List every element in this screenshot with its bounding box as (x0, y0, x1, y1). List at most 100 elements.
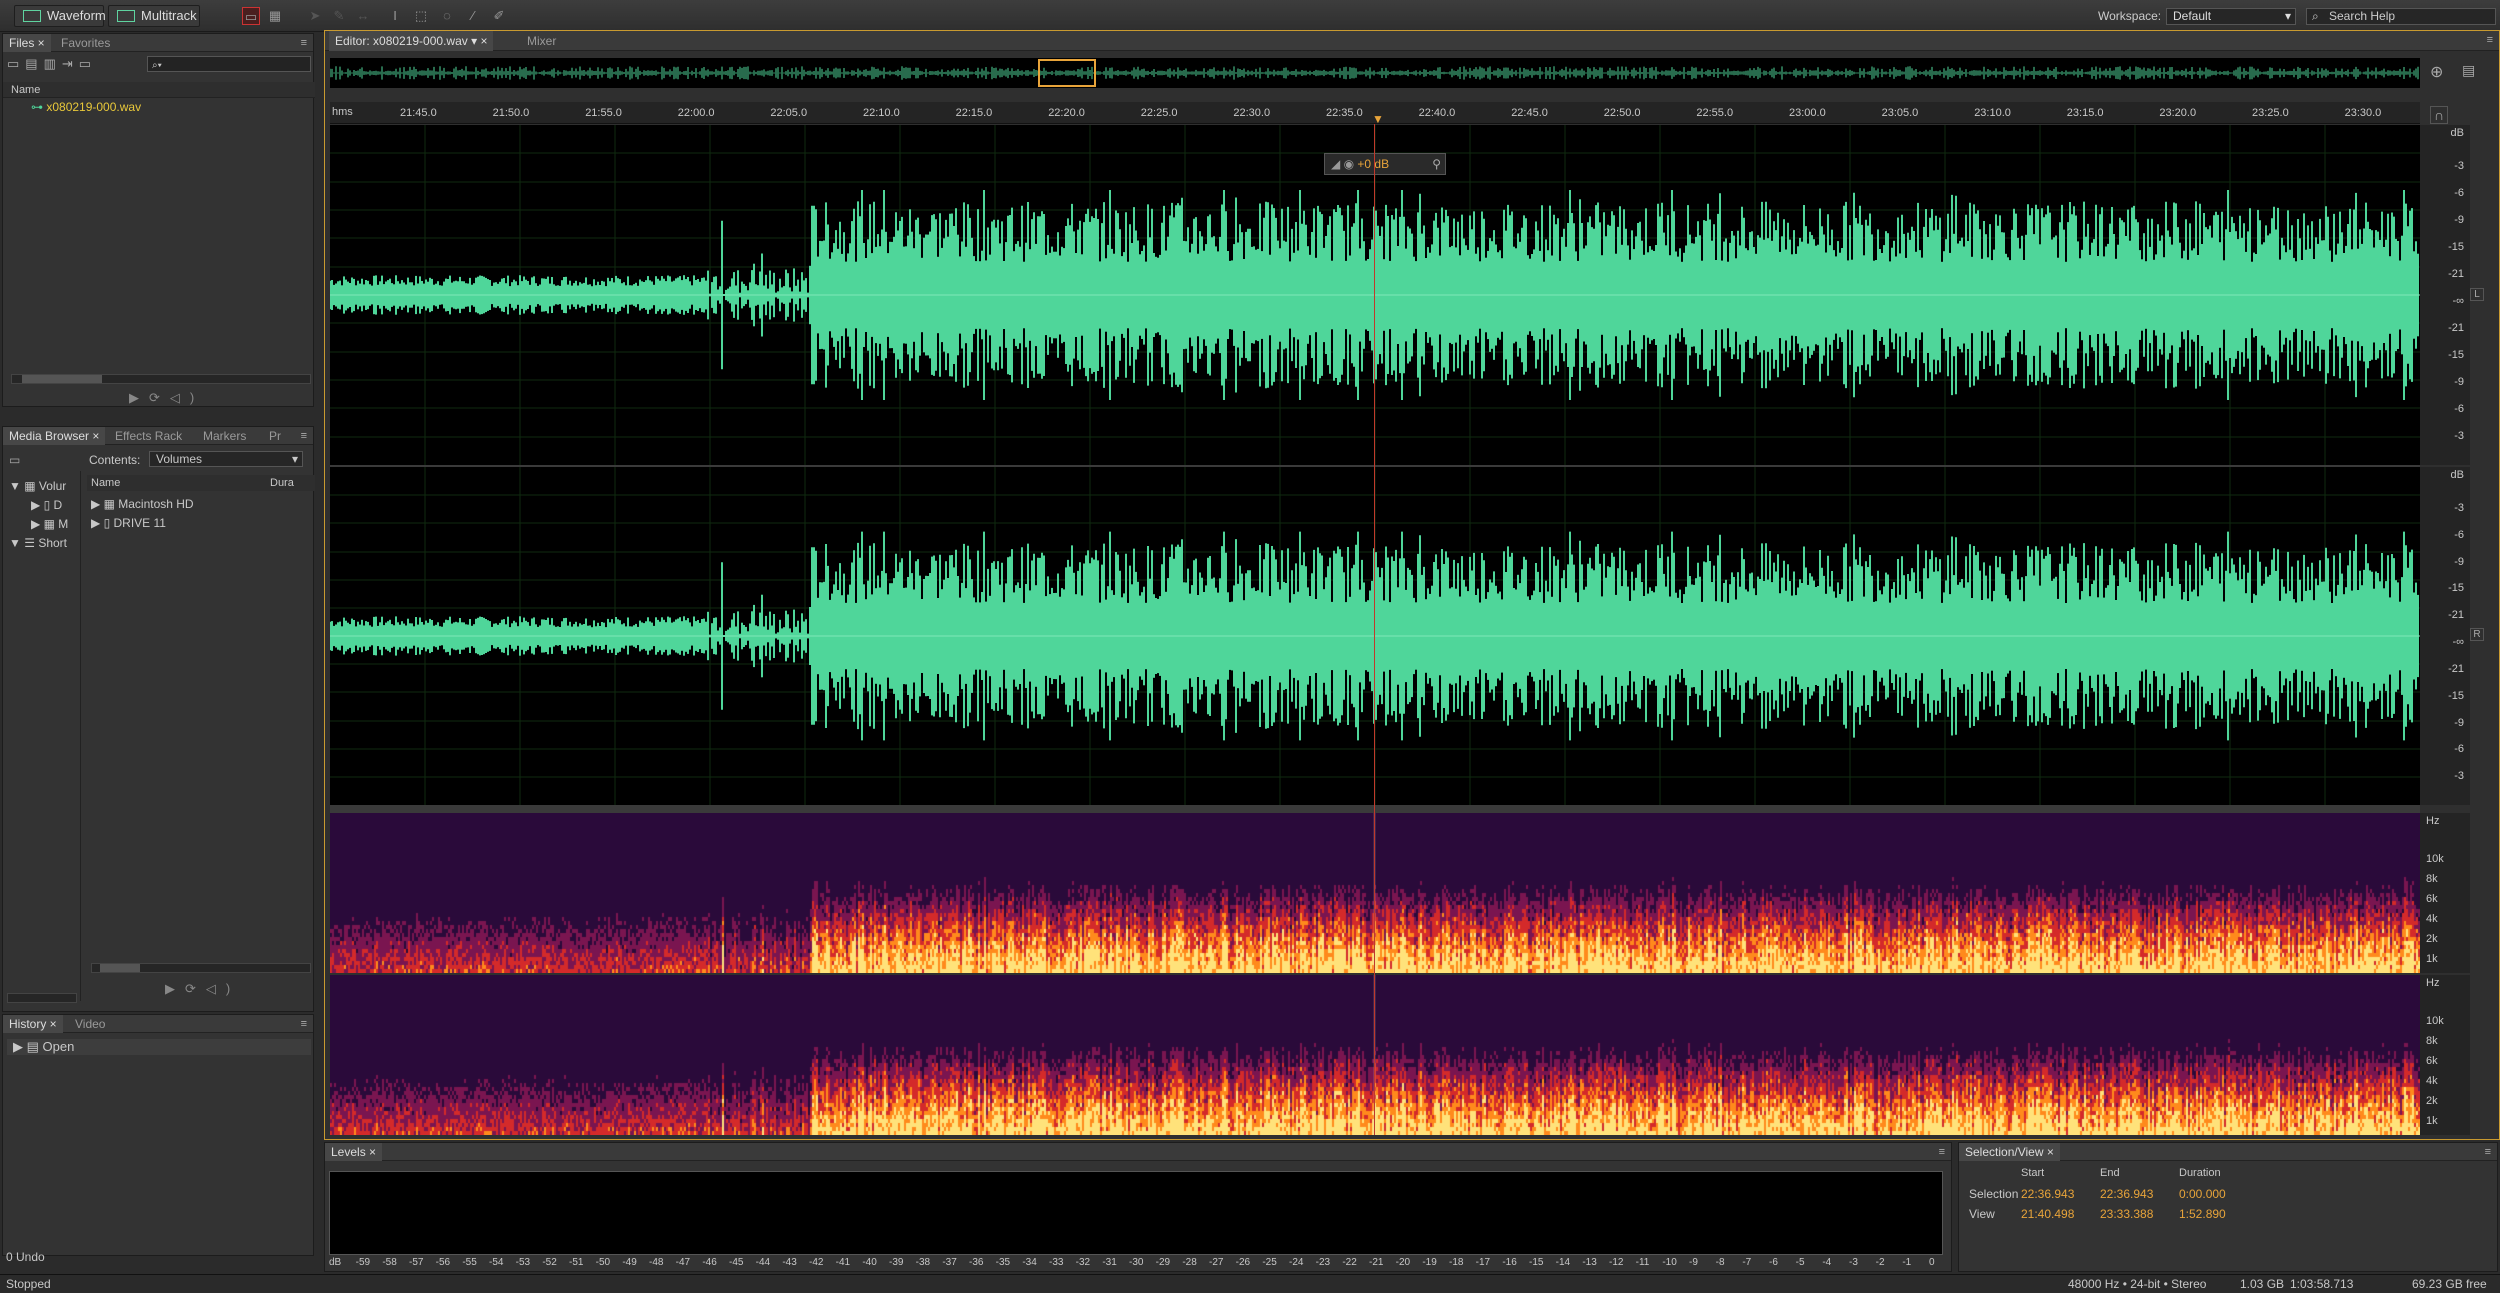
tab-files[interactable]: Files × (3, 34, 51, 52)
level-tick-label: -10 (1662, 1257, 1677, 1268)
chevron-down-icon: ▾ (2284, 9, 2291, 23)
waveform-display-icon[interactable]: ▭ (242, 7, 260, 25)
list-hscrollbar[interactable] (91, 963, 311, 973)
view-start-field[interactable]: 21:40.498 (2021, 1207, 2074, 1221)
history-panel: History × Video ≡ ▶ ▤ Open (2, 1014, 314, 1256)
tree-item-d[interactable]: ▶ ▯ D (3, 496, 80, 515)
files-column-header[interactable]: Name (3, 82, 315, 98)
db-tick-label: -3 (2454, 770, 2464, 783)
time-selection-tool-icon[interactable]: I (386, 7, 404, 25)
panel-menu-icon[interactable]: ≡ (2485, 1146, 2491, 1158)
move-tool-icon[interactable]: ➤ (306, 7, 324, 25)
level-tick-label: -6 (1769, 1257, 1778, 1268)
time-tick-label: 22:50.0 (1603, 107, 1641, 119)
panel-menu-icon[interactable]: ≡ (301, 430, 307, 442)
tab-more[interactable]: Pr (263, 427, 287, 445)
panel-menu-icon[interactable]: ≡ (301, 1018, 307, 1030)
contents-select[interactable]: Volumes ▾ (149, 451, 303, 467)
tree-item-shortcuts[interactable]: ▼ ☰ Short (3, 534, 80, 553)
panel-menu-icon[interactable]: ≡ (2487, 34, 2493, 46)
panel-menu-icon[interactable]: ≡ (1939, 1146, 1945, 1158)
hud-gain-control[interactable]: ◢ ◉ +0 dB ⚲ (1324, 153, 1446, 175)
tab-video[interactable]: Video (69, 1015, 111, 1033)
waveform-left-channel[interactable]: ◢ ◉ +0 dB ⚲ (329, 125, 2420, 465)
view-duration-field[interactable]: 1:52.890 (2179, 1207, 2226, 1221)
overview-waveform[interactable] (330, 58, 2420, 88)
time-tick-label: 22:25.0 (1140, 107, 1178, 119)
layout-icon[interactable]: ▤ (2462, 62, 2475, 79)
list-item[interactable]: ▶ ▯ DRIVE 11 (91, 514, 166, 533)
selection-start-field[interactable]: 22:36.943 (2021, 1187, 2074, 1201)
workspace-select[interactable]: Default ▾ (2166, 8, 2296, 25)
db-tick-label: -6 (2454, 743, 2464, 756)
spot-healing-tool-icon[interactable]: ✐ (490, 7, 508, 25)
level-tick-label: -37 (942, 1257, 957, 1268)
headphones-icon[interactable]: ∩ (2430, 106, 2448, 124)
brush-tool-icon[interactable]: ⁄ (464, 7, 482, 25)
hz-tick-label: 4k (2426, 1075, 2438, 1087)
channel-divider (330, 465, 2420, 467)
channel-r-toggle[interactable]: R (2470, 628, 2484, 641)
channel-l-toggle[interactable]: L (2470, 288, 2484, 301)
spectrogram-right[interactable] (330, 975, 2420, 1135)
search-help-input[interactable]: ⌕ Search Help (2306, 8, 2496, 25)
razor-tool-icon[interactable]: ✎ (330, 7, 348, 25)
hz-tick-label: 8k (2426, 1035, 2438, 1047)
selection-end-field[interactable]: 22:36.943 (2100, 1187, 2153, 1201)
spectral-display-icon[interactable]: ▦ (266, 7, 284, 25)
view-end-field[interactable]: 23:33.388 (2100, 1207, 2153, 1221)
audio-file-icon: ⊶ (31, 100, 43, 114)
playhead-line[interactable] (1374, 124, 1375, 1135)
files-search-input[interactable]: ⌕▾ (147, 56, 311, 72)
multitrack-view-button[interactable]: Multitrack (108, 5, 200, 27)
tab-effects-rack[interactable]: Effects Rack (109, 427, 188, 445)
tab-levels[interactable]: Levels × (325, 1143, 383, 1161)
files-playback-icons[interactable]: ▶⟳◁) (129, 390, 204, 406)
level-tick-label: -48 (649, 1257, 664, 1268)
chevron-down-icon: ▾ (291, 452, 298, 466)
waveform-right-channel[interactable] (329, 467, 2420, 805)
level-tick-label: -11 (1635, 1257, 1650, 1268)
undo-count: 0 Undo (6, 1250, 45, 1264)
tab-markers[interactable]: Markers (197, 427, 252, 445)
tree-hscrollbar[interactable] (7, 993, 77, 1003)
media-playback-icons[interactable]: ▶⟳◁) (165, 981, 240, 997)
spectrogram-left[interactable] (330, 813, 2420, 973)
history-item[interactable]: ▶ ▤ Open (7, 1039, 311, 1055)
sample-format: 48000 Hz • 24-bit • Stereo (2068, 1277, 2207, 1291)
level-tick-label: -36 (969, 1257, 984, 1268)
tab-mixer[interactable]: Mixer (521, 31, 562, 51)
time-ruler[interactable]: hms 21:45.0 21:50.0 21:55.0 22:00.0 22:05.0 2… (330, 102, 2420, 126)
level-tick-label: -54 (489, 1257, 504, 1268)
tree-item-volumes[interactable]: ▼ ▦ Volur (3, 471, 80, 496)
hz-tick-label: 2k (2426, 933, 2438, 945)
tab-selection-view[interactable]: Selection/View × (1959, 1143, 2060, 1161)
tree-item-m[interactable]: ▶ ▦ M (3, 515, 80, 534)
marquee-tool-icon[interactable]: ⬚ (412, 7, 430, 25)
files-panel: Files × Favorites ≡ ▭▤▥⇥▭ ⌕▾ Name ⊶ x080… (2, 33, 315, 407)
spectral-splitter[interactable] (330, 805, 2420, 813)
level-tick-label: -14 (1555, 1257, 1571, 1268)
hz-tick-label: Hz (2426, 977, 2440, 989)
panel-menu-icon[interactable]: ≡ (301, 37, 307, 49)
file-actions-icons[interactable]: ▭▤▥⇥▭ (7, 56, 97, 72)
slip-tool-icon[interactable]: ↔ (354, 7, 372, 25)
list-item[interactable]: ▶ ▦ Macintosh HD (91, 495, 194, 514)
lasso-tool-icon[interactable]: ◌ (438, 7, 456, 25)
files-hscrollbar[interactable] (11, 374, 311, 384)
tab-history[interactable]: History × (3, 1015, 63, 1033)
tab-editor[interactable]: Editor: x080219-000.wav ▾ × (329, 31, 494, 51)
time-tick-label: 22:15.0 (955, 107, 993, 119)
tab-media-browser[interactable]: Media Browser × (3, 427, 106, 445)
search-icon: ⌕▾ (152, 60, 162, 71)
waveform-view-button[interactable]: Waveform (14, 5, 106, 27)
selection-duration-field[interactable]: 0:00.000 (2179, 1187, 2226, 1201)
level-scale: dB -59 -58 -57 -56 -55 -54 -53 -52 -51 -50 -49 -48 -4… (329, 1257, 1943, 1271)
db-tick-label: dB (2450, 127, 2464, 139)
file-list-item[interactable]: ⊶ x080219-000.wav (31, 100, 141, 114)
selection-view-panel: Selection/View × ≡ Start End Duration Se… (1958, 1142, 2498, 1272)
zoom-icon[interactable]: ⊕ (2430, 62, 2443, 82)
tab-favorites[interactable]: Favorites (55, 34, 116, 52)
media-column-header[interactable]: Name Dura (87, 475, 315, 491)
selection-label: Selection (1969, 1187, 2019, 1201)
